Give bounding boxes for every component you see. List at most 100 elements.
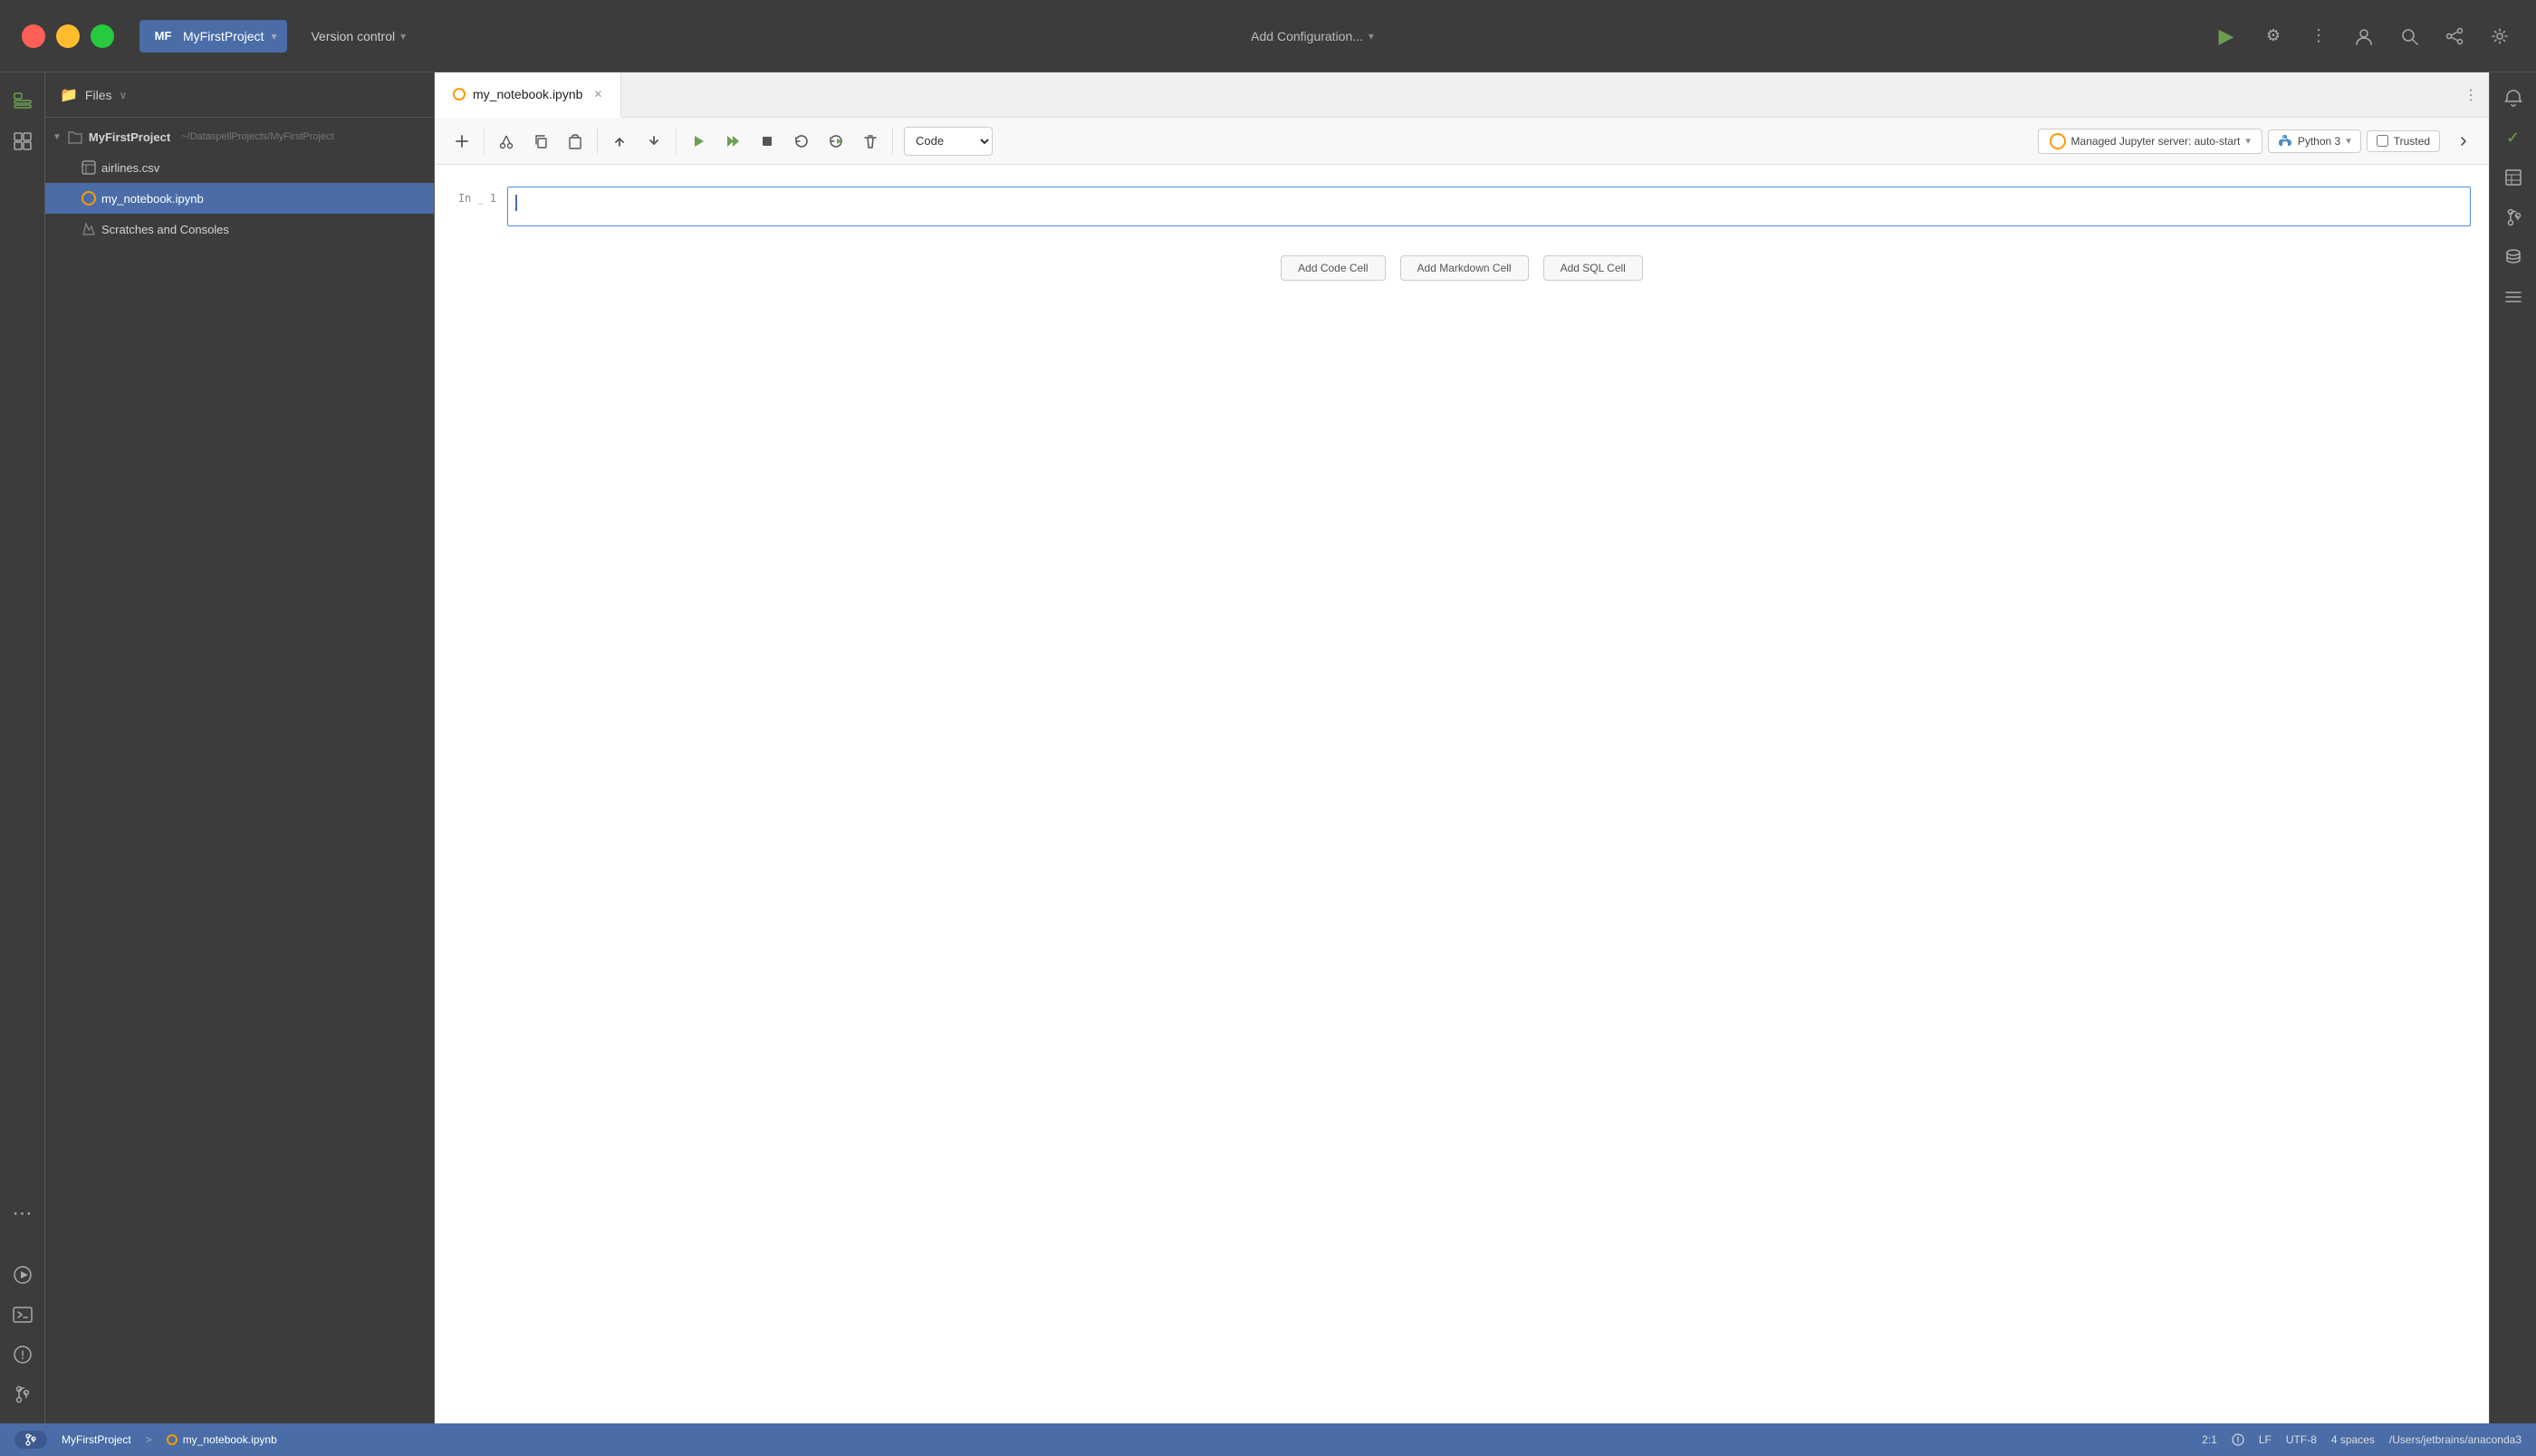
python-button[interactable]: Python 3 ▾ <box>2268 129 2361 153</box>
project-dropdown-arrow: ▾ <box>271 30 276 43</box>
statusbar-position[interactable]: 2:1 <box>2202 1433 2217 1446</box>
search-icon[interactable] <box>2395 22 2424 51</box>
statusbar-problems-icon[interactable] <box>2232 1433 2244 1446</box>
kernel-icon <box>2050 133 2066 149</box>
tab-close-button[interactable]: ✕ <box>593 88 602 101</box>
project-root-item[interactable]: ▼ MyFirstProject ~/DataspellProjects/MyF… <box>45 121 434 152</box>
statusbar-notebook-icon <box>167 1434 178 1445</box>
version-control-button[interactable]: Version control ▾ <box>302 25 415 47</box>
cell-input-area[interactable] <box>507 187 2471 226</box>
tab-more-button[interactable]: ⋮ <box>2453 72 2489 117</box>
traffic-lights <box>22 24 114 48</box>
kernel-label: Managed Jupyter server: auto-start <box>2071 135 2241 148</box>
titlebar-center: Add Configuration... ▾ <box>429 25 2195 47</box>
problems-button[interactable] <box>5 1336 41 1373</box>
kernel-dropdown-arrow: ▾ <box>2245 135 2251 147</box>
notebook-tab[interactable]: my_notebook.ipynb ✕ <box>435 72 621 118</box>
move-down-button[interactable] <box>638 125 670 158</box>
restart-run-button[interactable] <box>820 125 852 158</box>
statusbar-encoding[interactable]: UTF-8 <box>2286 1433 2317 1446</box>
profile-icon[interactable] <box>2349 22 2378 51</box>
toolbar-separator-3 <box>676 129 677 154</box>
cell-number-label: In _ 1 <box>453 187 507 205</box>
check-icon-button[interactable]: ✓ <box>2495 120 2531 156</box>
trusted-button[interactable]: Trusted <box>2367 130 2440 152</box>
project-name-label: MyFirstProject <box>89 130 170 144</box>
terminal-button[interactable] <box>5 1297 41 1333</box>
tutorials-button[interactable] <box>5 1257 41 1293</box>
close-button[interactable] <box>22 24 45 48</box>
statusbar-indent[interactable]: 4 spaces <box>2331 1433 2375 1446</box>
cut-cell-button[interactable] <box>490 125 523 158</box>
file-item-airlines[interactable]: airlines.csv <box>45 152 434 183</box>
file-item-scratches[interactable]: Scratches and Consoles <box>45 214 434 244</box>
gear-icon[interactable] <box>2485 22 2514 51</box>
share-icon[interactable] <box>2440 22 2469 51</box>
run-cell-button[interactable] <box>682 125 715 158</box>
cell-cursor <box>515 195 517 211</box>
trusted-checkbox[interactable] <box>2377 135 2388 147</box>
folder-icon: 📁 <box>60 86 78 104</box>
copy-cell-button[interactable] <box>524 125 557 158</box>
notebook-icon <box>82 191 96 206</box>
files-chevron[interactable]: ∨ <box>119 89 127 101</box>
more-options-icon[interactable]: ⋮ <box>2304 22 2333 51</box>
scratches-label: Scratches and Consoles <box>101 223 229 236</box>
paste-cell-button[interactable] <box>559 125 591 158</box>
code-cell-1[interactable]: In _ 1 <box>435 187 2489 226</box>
python-icon <box>2278 134 2292 148</box>
git-button[interactable] <box>5 1376 41 1413</box>
expand-button[interactable] <box>2445 125 2478 158</box>
folder-open-icon <box>67 129 83 145</box>
add-code-cell-button[interactable]: Add Code Cell <box>1281 255 1385 281</box>
files-panel-button[interactable] <box>5 83 41 120</box>
kernel-button[interactable]: Managed Jupyter server: auto-start ▾ <box>2038 129 2262 154</box>
vc-dropdown-arrow: ▾ <box>400 30 406 43</box>
list-right-button[interactable] <box>2495 279 2531 315</box>
statusbar: MyFirstProject > my_notebook.ipynb 2:1 L… <box>0 1423 2536 1456</box>
more-tools-button[interactable]: ⋯ <box>5 1195 41 1231</box>
project-path-label: ~/DataspellProjects/MyFirstProject <box>181 131 333 142</box>
file-item-notebook[interactable]: my_notebook.ipynb <box>45 183 434 214</box>
project-name: MyFirstProject <box>183 29 264 43</box>
files-label[interactable]: Files <box>85 88 112 102</box>
add-sql-cell-button[interactable]: Add SQL Cell <box>1543 255 1643 281</box>
file-panel: 📁 Files ∨ ▼ MyFirstProject ~/DataspellPr… <box>45 72 435 1423</box>
statusbar-file: my_notebook.ipynb <box>167 1433 277 1446</box>
statusbar-conda-path[interactable]: /Users/jetbrains/anaconda3 <box>2389 1433 2522 1446</box>
toolbar-separator-2 <box>597 129 598 154</box>
toolbar-separator-1 <box>484 129 485 154</box>
minimize-button[interactable] <box>56 24 80 48</box>
add-config-label: Add Configuration... <box>1251 29 1363 43</box>
file-panel-header: 📁 Files ∨ <box>45 72 434 118</box>
vcs-button[interactable] <box>14 1431 47 1449</box>
layers-right-button[interactable] <box>2495 159 2531 196</box>
run-all-button[interactable] <box>716 125 749 158</box>
statusbar-lf[interactable]: LF <box>2259 1433 2272 1446</box>
settings-icon[interactable]: ⚙ <box>2259 22 2288 51</box>
restart-button[interactable] <box>785 125 818 158</box>
right-sidebar: ✓ <box>2489 72 2536 1423</box>
run-button[interactable]: ▶ <box>2210 20 2243 53</box>
clear-output-button[interactable] <box>854 125 887 158</box>
add-configuration-button[interactable]: Add Configuration... ▾ <box>1240 25 1385 47</box>
version-control-label: Version control <box>311 29 395 43</box>
structure-panel-button[interactable] <box>5 123 41 159</box>
statusbar-separator: > <box>146 1433 152 1446</box>
titlebar: MF MyFirstProject ▾ Version control ▾ Ad… <box>0 0 2536 72</box>
move-up-button[interactable] <box>603 125 636 158</box>
cell-type-select[interactable]: Code Markdown Raw <box>904 127 993 156</box>
airlines-csv-label: airlines.csv <box>101 161 159 175</box>
notifications-right-button[interactable] <box>2495 80 2531 116</box>
stop-button[interactable] <box>751 125 783 158</box>
git-right-button[interactable] <box>2495 199 2531 235</box>
csv-icon <box>82 160 96 175</box>
database-right-button[interactable] <box>2495 239 2531 275</box>
add-markdown-cell-button[interactable]: Add Markdown Cell <box>1400 255 1529 281</box>
notebook-toolbar: Code Markdown Raw Managed Jupyter server… <box>435 118 2489 165</box>
maximize-button[interactable] <box>91 24 114 48</box>
vcs-icon <box>24 1432 38 1447</box>
run-icon: ▶ <box>2219 24 2234 48</box>
add-cell-button[interactable] <box>446 125 478 158</box>
project-button[interactable]: MF MyFirstProject ▾ <box>139 20 287 53</box>
